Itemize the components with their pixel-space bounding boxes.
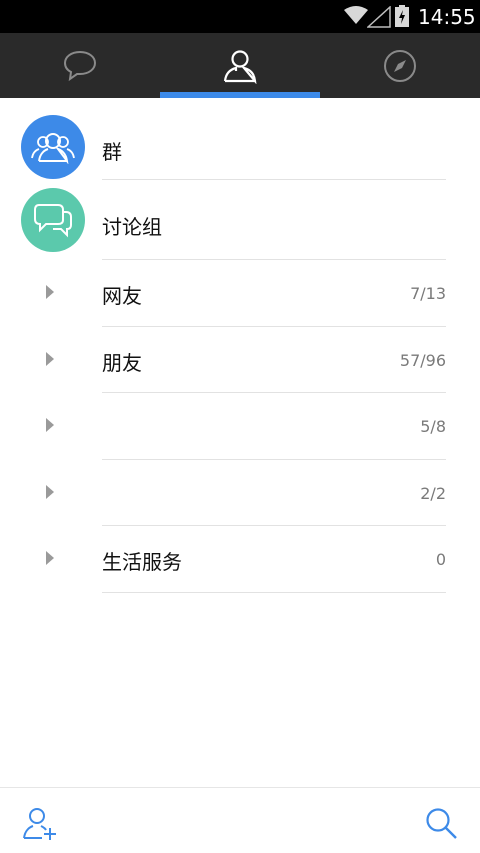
divider — [102, 591, 446, 593]
chat-bubble-icon — [63, 50, 97, 81]
group-avatar — [21, 115, 85, 179]
tab-contacts[interactable] — [160, 33, 320, 98]
compass-icon — [384, 49, 416, 82]
group-name: 朋友 — [102, 350, 142, 375]
friend-group-row[interactable]: 生活服务 0 — [0, 526, 480, 593]
group-name: 生活服务 — [102, 550, 182, 575]
list-item-label: 讨论组 — [102, 215, 162, 239]
friend-group-row[interactable]: 5/8 — [0, 393, 480, 460]
expand-arrow-icon[interactable] — [46, 551, 54, 566]
wifi-icon — [344, 6, 368, 24]
discussion-icon — [34, 204, 72, 238]
tab-messages[interactable] — [0, 33, 160, 98]
group-count: 5/8 — [420, 417, 446, 437]
tab-discover[interactable] — [320, 33, 480, 98]
contact-list: 群 讨论组 网友 7/13 朋友 57/96 5/8 2/2 生活服务 0 — [0, 98, 480, 593]
expand-arrow-icon[interactable] — [46, 418, 54, 433]
friend-group-row[interactable]: 网友 7/13 — [0, 260, 480, 327]
add-friend-icon[interactable] — [22, 807, 58, 841]
group-count: 0 — [435, 550, 446, 570]
battery-icon — [395, 5, 409, 27]
search-icon[interactable] — [424, 806, 458, 840]
status-bar: 14:55 — [0, 0, 480, 33]
expand-arrow-icon[interactable] — [46, 351, 54, 366]
group-count: 57/96 — [399, 350, 446, 370]
discussion-avatar — [21, 188, 85, 252]
group-icon — [31, 133, 75, 164]
group-name: 网友 — [102, 284, 142, 308]
list-item-groups[interactable]: 群 — [0, 98, 480, 180]
friend-group-row[interactable]: 朋友 57/96 — [0, 327, 480, 394]
expand-arrow-icon[interactable] — [46, 484, 54, 499]
list-item-label: 群 — [102, 140, 122, 164]
group-count: 2/2 — [420, 483, 446, 503]
friend-group-row[interactable]: 2/2 — [0, 460, 480, 527]
group-count: 7/13 — [410, 284, 446, 303]
person-icon — [223, 49, 257, 84]
expand-arrow-icon[interactable] — [46, 285, 54, 299]
signal-icon — [367, 6, 391, 28]
status-time: 14:55 — [418, 5, 476, 29]
bottom-bar — [0, 787, 480, 853]
tab-bar — [0, 33, 480, 98]
list-item-discussion-groups[interactable]: 讨论组 — [0, 180, 480, 260]
